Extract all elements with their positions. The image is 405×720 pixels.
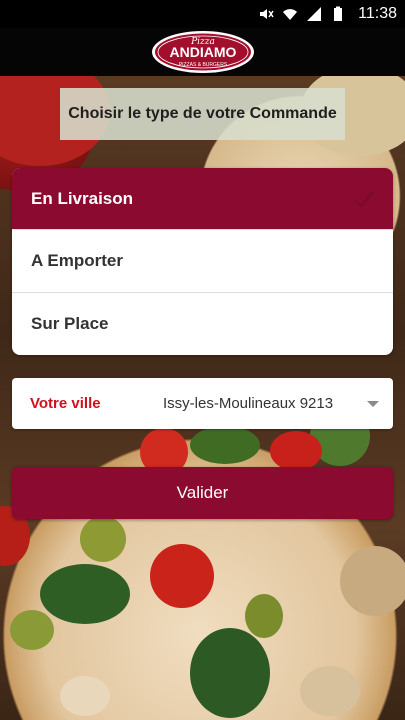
order-option-label: En Livraison <box>31 188 134 208</box>
order-type-list: En Livraison A Emporter Sur Place <box>12 168 393 355</box>
order-option-label: A Emporter <box>31 250 123 270</box>
dropdown-arrow-icon[interactable] <box>367 400 379 407</box>
battery-icon <box>334 6 343 21</box>
clock: 11:38 <box>358 5 397 22</box>
app-header: Pizza ANDIAMO PIZZAS & BURGERS <box>0 28 405 76</box>
order-option-sur-place[interactable]: Sur Place <box>12 293 393 355</box>
checkmark-icon <box>353 190 375 208</box>
city-label: Votre ville <box>30 395 101 412</box>
city-selector[interactable]: Votre ville Issy-les-Moulineaux 9213 <box>12 378 393 429</box>
city-select-value[interactable]: Issy-les-Moulineaux 9213 <box>163 395 359 412</box>
status-bar: 11:38 <box>0 0 405 28</box>
page-title-box: Choisir le type de votre Commande <box>60 88 345 140</box>
page-title: Choisir le type de votre Commande <box>68 105 337 122</box>
signal-icon <box>307 7 322 21</box>
order-option-label: Sur Place <box>31 313 109 333</box>
wifi-icon <box>283 9 298 20</box>
brand-logo: Pizza ANDIAMO PIZZAS & BURGERS <box>151 30 255 74</box>
validate-button[interactable]: Valider <box>12 467 393 519</box>
svg-text:PIZZAS & BURGERS: PIZZAS & BURGERS <box>178 62 227 68</box>
order-option-emporter[interactable]: A Emporter <box>12 230 393 293</box>
order-option-livraison[interactable]: En Livraison <box>12 168 393 231</box>
mute-icon <box>260 9 274 19</box>
svg-text:ANDIAMO: ANDIAMO <box>169 44 236 60</box>
